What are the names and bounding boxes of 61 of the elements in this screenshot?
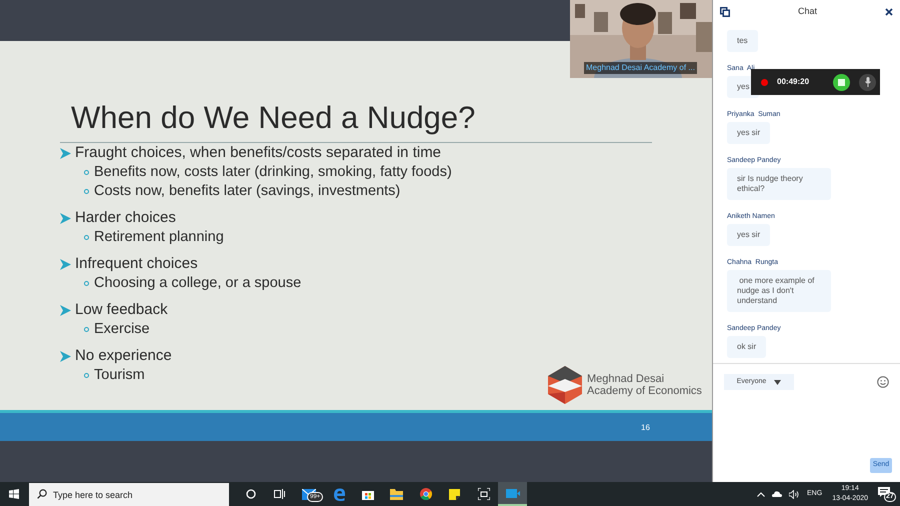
emoji-icon[interactable] [877, 376, 889, 388]
sub-bullet-text: Costs now, benefits later (savings, investments) [94, 182, 400, 201]
ez-app-taskbar-button[interactable] [498, 482, 527, 506]
stop-icon [838, 78, 845, 86]
mic-button[interactable] [859, 74, 876, 90]
windows-start-icon[interactable] [9, 489, 19, 499]
cortana-icon[interactable] [246, 489, 256, 499]
bullet-text: Fraught choices, when benefits/costs separated in time [75, 143, 442, 164]
store-bag-icon[interactable] [362, 488, 374, 500]
circle-bullet-icon [84, 281, 89, 286]
sub-bullet-text: Tourism [94, 366, 145, 385]
chat-message: ok sir [727, 336, 766, 358]
cloud-icon[interactable] [772, 491, 782, 497]
sub-bullet-text: Retirement planning [94, 228, 224, 247]
bullet-text: Harder choices [75, 208, 176, 228]
task-view-icon[interactable] [274, 489, 284, 499]
logo-icon [548, 366, 582, 404]
chat-message: yes sir [727, 122, 770, 144]
video-caption: Meghnad Desai Academy of ... [584, 62, 697, 74]
arrow-bullet-icon [60, 213, 71, 224]
popout-icon[interactable] [720, 6, 730, 16]
bullet-text: Low feedback [75, 300, 168, 320]
arrow-bullet-icon [60, 259, 71, 270]
sticky-note-icon[interactable] [449, 488, 460, 500]
folder-icon[interactable] [390, 488, 403, 500]
logo-text: Meghnad Desai [587, 373, 666, 385]
chat-title: Chat [798, 4, 817, 18]
dropdown-caret-icon [774, 380, 782, 384]
speaker-icon[interactable] [789, 490, 800, 498]
circle-bullet-icon [84, 235, 89, 240]
sub-bullet-text: Exercise [94, 320, 150, 339]
search-icon [37, 489, 47, 499]
chat-message: one more example of nudge as I don't understand [727, 270, 831, 312]
arrow-bullet-icon [60, 148, 71, 159]
screen-capture-icon[interactable] [478, 488, 490, 500]
taskbar-search-field[interactable]: Type here to search [29, 483, 229, 506]
chat-message: tes [727, 30, 758, 52]
recording-time: 00:49:20 [777, 76, 810, 88]
sub-bullet-text: Benefits now, costs later (drinking, smoking, fatty foods) [94, 162, 452, 182]
circle-bullet-icon [84, 327, 89, 332]
ez-app-icon [506, 488, 520, 498]
chat-message: sir Is nudge theory ethical? [727, 168, 831, 200]
microphone-icon [864, 77, 870, 87]
close-icon[interactable] [884, 8, 893, 16]
chat-message: yes sir [727, 224, 770, 246]
arrow-bullet-icon [60, 305, 71, 316]
bullet-text: Infrequent choices [75, 254, 198, 274]
arrow-bullet-icon [60, 351, 71, 362]
bullet-text: No experience [75, 346, 172, 366]
circle-bullet-icon [84, 373, 89, 378]
logo-text: Academy of Economics [587, 385, 702, 397]
circle-bullet-icon [84, 189, 89, 194]
sub-bullet-text: Choosing a college, or a spouse [94, 274, 302, 293]
record-dot-icon [761, 78, 768, 86]
circle-bullet-icon [84, 170, 89, 175]
stop-button[interactable] [833, 74, 850, 90]
slide-title: When do We Need a Nudge? [70, 99, 476, 137]
chrome-browser-icon[interactable] [420, 488, 432, 500]
edge-browser-icon[interactable] [332, 488, 346, 500]
page-number: 16 [641, 422, 650, 434]
chevron-up-icon[interactable] [757, 492, 766, 496]
